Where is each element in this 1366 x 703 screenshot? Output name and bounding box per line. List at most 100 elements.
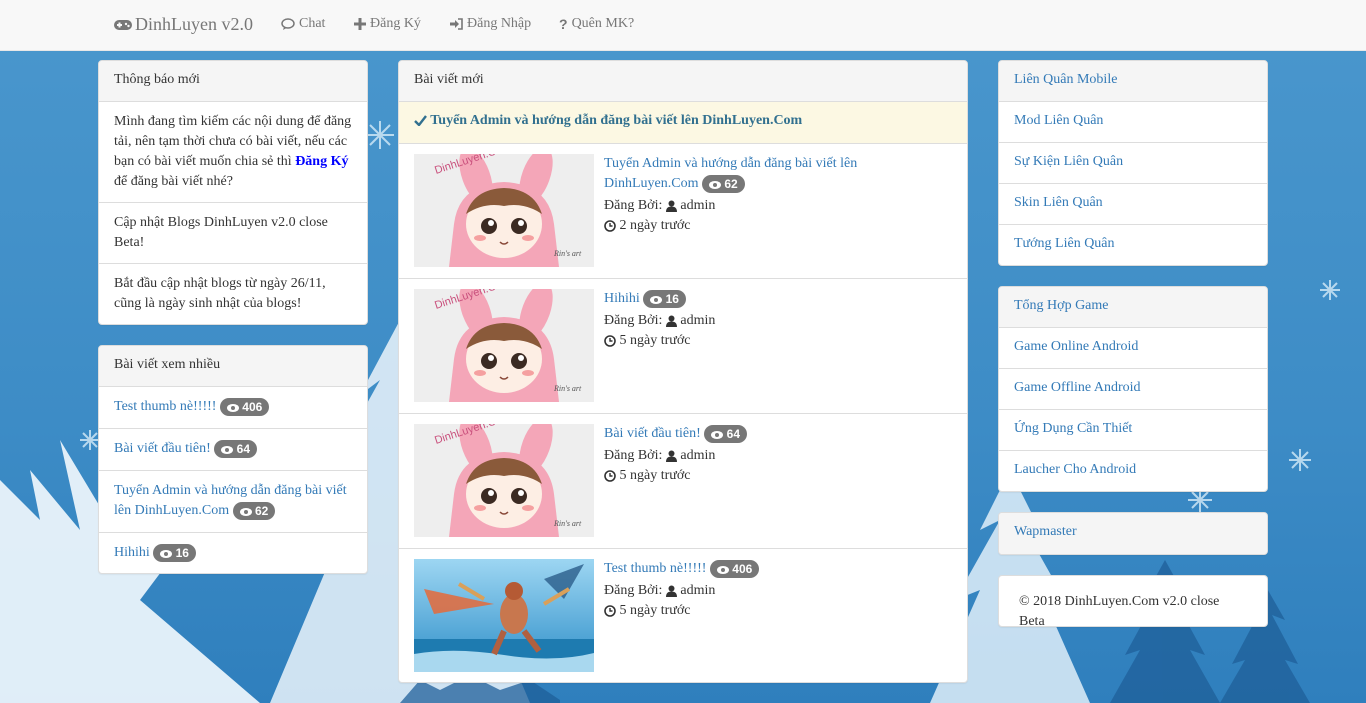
post-thumbnail[interactable]: DinhLuyen.Com Rin's art	[414, 154, 594, 267]
popular-post-item[interactable]: Hihihi 16	[99, 533, 367, 573]
pinned-notice-text[interactable]: Tuyển Admin và hướng dẫn đăng bài viết l…	[430, 113, 802, 128]
user-icon	[665, 200, 677, 212]
brand-text: DinhLuyen v2.0	[135, 14, 253, 34]
view-count-badge: 64	[704, 424, 748, 443]
plus-icon	[354, 18, 366, 30]
lienquan-panel: Liên Quân Mobile Mod Liên Quân Sự Kiện L…	[998, 60, 1268, 266]
post-info: Test thumb nè!!!!! 406 Đăng Bởi: admin 5…	[604, 559, 874, 621]
eye-icon	[716, 565, 729, 574]
register-link[interactable]: Đăng Ký	[295, 154, 348, 169]
games-panel: Tổng Hợp Game Game Online Android Game O…	[998, 286, 1268, 492]
eye-icon	[650, 295, 663, 304]
sign-in-icon	[450, 18, 463, 30]
latest-posts-panel: Bài viết mới Tuyển Admin và hướng dẫn đă…	[398, 60, 968, 683]
comment-icon	[281, 17, 295, 30]
post-info: Tuyển Admin và hướng dẫn đăng bài viết l…	[604, 154, 874, 236]
announcements-title: Thông báo mới	[99, 61, 367, 102]
games-title[interactable]: Tổng Hợp Game	[999, 287, 1267, 328]
post-title-link[interactable]: Test thumb nè!!!!!	[604, 561, 706, 576]
author-label: Đăng Bởi:	[604, 313, 663, 328]
popular-post-item[interactable]: Tuyển Admin và hướng dẫn đăng bài viết l…	[99, 471, 367, 533]
nav-register-label: Đăng Ký	[370, 16, 421, 31]
user-icon	[665, 585, 677, 597]
nav-chat-label: Chat	[299, 16, 326, 31]
thumbnail-signature: Rin's art	[553, 249, 582, 258]
category-link[interactable]: Tướng Liên Quân	[999, 225, 1267, 265]
category-link[interactable]: Laucher Cho Android	[999, 451, 1267, 491]
post-time: 5 ngày trước	[604, 601, 874, 621]
post-thumbnail[interactable]: DinhLuyen.Com Rin's art	[414, 424, 594, 537]
nav-chat[interactable]: Chat	[281, 16, 325, 32]
post-title-link[interactable]: Hihihi	[604, 291, 640, 306]
popular-posts-panel: Bài viết xem nhiều Test thumb nè!!!!! 40…	[98, 345, 368, 574]
view-count: 64	[726, 426, 741, 441]
post-thumbnail[interactable]	[414, 559, 594, 672]
view-count-badge: 62	[702, 174, 745, 193]
post-info: Bài viết đầu tiên! 64 Đăng Bởi: admin 5 …	[604, 424, 874, 486]
author-name[interactable]: admin	[680, 583, 715, 598]
eye-icon	[239, 507, 252, 516]
popular-post-link[interactable]: Bài viết đầu tiên!	[114, 441, 211, 456]
post-author: Đăng Bởi: admin	[604, 311, 874, 331]
author-label: Đăng Bởi:	[604, 198, 663, 213]
popular-post-link[interactable]: Tuyển Admin và hướng dẫn đăng bài viết l…	[114, 483, 347, 518]
announcement-item: Mình đang tìm kiếm các nội dung để đăng …	[99, 102, 367, 203]
post-author: Đăng Bởi: admin	[604, 446, 874, 466]
view-count-badge: 406	[219, 397, 270, 416]
author-name[interactable]: admin	[680, 448, 715, 463]
post-author: Đăng Bởi: admin	[604, 581, 874, 601]
eye-icon	[711, 430, 724, 439]
view-count: 406	[732, 561, 753, 576]
pinned-notice[interactable]: Tuyển Admin và hướng dẫn đăng bài viết l…	[399, 102, 967, 144]
view-count: 62	[254, 503, 269, 518]
view-count: 16	[175, 545, 189, 560]
popular-posts-title: Bài viết xem nhiều	[99, 346, 367, 387]
category-link[interactable]: Game Offline Android	[999, 369, 1267, 410]
nav-login[interactable]: Đăng Nhập	[450, 16, 531, 32]
wapmaster-panel: Wapmaster	[998, 512, 1268, 555]
category-link[interactable]: Ứng Dụng Cần Thiết	[999, 410, 1267, 451]
post-item: Test thumb nè!!!!! 406 Đăng Bởi: admin 5…	[399, 549, 967, 682]
post-time-text: 2 ngày trước	[619, 218, 691, 233]
view-count-badge: 406	[709, 559, 760, 578]
post-time: 5 ngày trước	[604, 466, 874, 486]
author-name[interactable]: admin	[680, 198, 715, 213]
user-icon	[665, 315, 677, 327]
popular-post-link[interactable]: Test thumb nè!!!!!	[114, 399, 216, 414]
footer-text: © 2018 DinhLuyen.Com v2.0 close Beta	[1019, 594, 1220, 627]
thumbnail-signature: Rin's art	[553, 519, 582, 528]
category-link[interactable]: Sự Kiện Liên Quân	[999, 143, 1267, 184]
nav-forgot-password[interactable]: ? Quên MK?	[559, 16, 634, 32]
post-time: 2 ngày trước	[604, 216, 874, 236]
post-author: Đăng Bởi: admin	[604, 196, 874, 216]
author-name[interactable]: admin	[680, 313, 715, 328]
nav-register[interactable]: Đăng Ký	[354, 16, 421, 32]
clock-icon	[604, 469, 616, 482]
nav-forgot-label: Quên MK?	[571, 16, 635, 31]
clock-icon	[604, 334, 616, 347]
post-time-text: 5 ngày trước	[619, 468, 691, 483]
eye-icon	[709, 180, 721, 189]
view-count-badge: 62	[232, 501, 276, 520]
popular-post-item[interactable]: Test thumb nè!!!!! 406	[99, 387, 367, 429]
announcement-item: Cập nhật Blogs DinhLuyen v2.0 close Beta…	[99, 203, 367, 264]
post-title-link[interactable]: Bài viết đầu tiên!	[604, 426, 701, 441]
category-link[interactable]: Mod Liên Quân	[999, 102, 1267, 143]
post-thumbnail-image: DinhLuyen.Com Rin's art	[414, 154, 594, 267]
category-link[interactable]: Game Online Android	[999, 328, 1267, 369]
popular-post-link[interactable]: Hihihi	[114, 545, 150, 560]
view-count: 62	[724, 176, 738, 191]
user-icon	[665, 450, 677, 462]
latest-posts-title: Bài viết mới	[399, 61, 967, 102]
thumbnail-signature: Rin's art	[553, 384, 582, 393]
popular-post-item[interactable]: Bài viết đầu tiên! 64	[99, 429, 367, 471]
eye-icon	[226, 403, 239, 412]
view-count-badge: 16	[153, 543, 196, 562]
brand-link[interactable]: DinhLuyen v2.0	[113, 14, 253, 35]
clock-icon	[604, 604, 616, 617]
post-thumbnail[interactable]: DinhLuyen.Com Rin's art	[414, 289, 594, 402]
author-label: Đăng Bởi:	[604, 448, 663, 463]
lienquan-title[interactable]: Liên Quân Mobile	[999, 61, 1267, 102]
wapmaster-link[interactable]: Wapmaster	[999, 513, 1267, 554]
category-link[interactable]: Skin Liên Quân	[999, 184, 1267, 225]
